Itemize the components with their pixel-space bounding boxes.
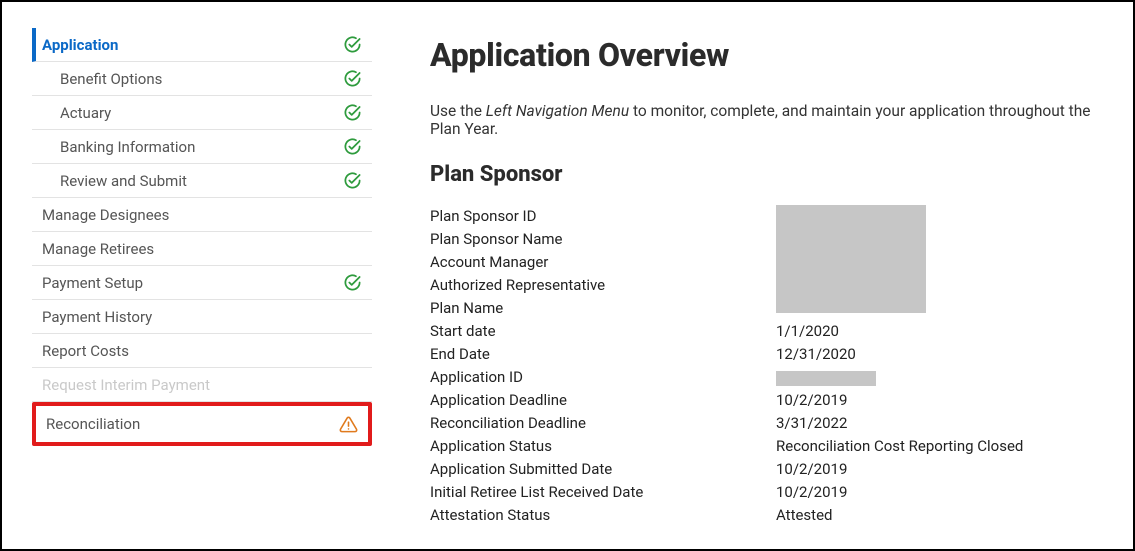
- detail-label: Attestation Status: [430, 504, 776, 527]
- checkmark-icon: [343, 171, 362, 190]
- warning-icon: [339, 415, 358, 434]
- redacted-block: [776, 371, 876, 386]
- nav-item-label: Reconciliation: [46, 415, 140, 433]
- detail-value-text: 12/31/2020: [776, 345, 856, 363]
- nav-item-label: Manage Designees: [42, 206, 169, 224]
- detail-value-text: 10/2/2019: [776, 460, 847, 478]
- main-content: Application Overview Use the Left Naviga…: [372, 28, 1097, 549]
- checkmark-icon: [343, 35, 362, 54]
- nav-item-label: Review and Submit: [60, 172, 187, 190]
- intro-menu-ref: Left Navigation Menu: [486, 102, 629, 120]
- detail-value: [776, 366, 1097, 389]
- detail-row: Application Deadline10/2/2019: [430, 389, 1097, 412]
- intro-pre: Use the: [430, 102, 486, 120]
- detail-row: Application StatusReconciliation Cost Re…: [430, 435, 1097, 458]
- detail-label: Authorized Representative: [430, 274, 776, 297]
- nav-item-report-costs[interactable]: Report Costs: [32, 334, 372, 368]
- detail-row: Attestation StatusAttested: [430, 504, 1097, 527]
- detail-value: 10/2/2019: [776, 389, 1097, 412]
- nav-item-application[interactable]: Application: [32, 28, 372, 62]
- detail-value-text: Reconciliation Cost Reporting Closed: [776, 437, 1023, 455]
- nav-item-label: Payment History: [42, 308, 152, 326]
- nav-item-payment-history[interactable]: Payment History: [32, 300, 372, 334]
- nav-item-reconciliation[interactable]: Reconciliation: [32, 402, 372, 446]
- detail-value-text: 1/1/2020: [776, 322, 839, 340]
- nav-item-request-interim-payment: Request Interim Payment: [32, 368, 372, 402]
- detail-value-text: 10/2/2019: [776, 391, 847, 409]
- detail-value: [776, 205, 1097, 228]
- detail-label: Account Manager: [430, 251, 776, 274]
- nav-item-label: Report Costs: [42, 342, 129, 360]
- nav-item-label: Application: [42, 36, 118, 54]
- section-title-plan-sponsor: Plan Sponsor: [430, 162, 1097, 187]
- detail-label: Application Submitted Date: [430, 458, 776, 481]
- detail-value: 12/31/2020: [776, 343, 1097, 366]
- detail-value: 10/2/2019: [776, 458, 1097, 481]
- detail-value-text: 3/31/2022: [776, 414, 847, 432]
- left-navigation-menu: Application Benefit Options Actuary Banking…: [32, 28, 372, 549]
- detail-row: Plan Sponsor ID: [430, 205, 1097, 228]
- detail-value-text: Attested: [776, 506, 833, 524]
- detail-row: Application ID: [430, 366, 1097, 389]
- detail-label: Plan Name: [430, 297, 776, 320]
- detail-label: Application ID: [430, 366, 776, 389]
- detail-label: Start date: [430, 320, 776, 343]
- detail-row: Account Manager: [430, 251, 1097, 274]
- detail-value: 10/2/2019: [776, 481, 1097, 504]
- nav-item-manage-designees[interactable]: Manage Designees: [32, 198, 372, 232]
- detail-value: Attested: [776, 504, 1097, 527]
- nav-item-label: Banking Information: [60, 138, 195, 156]
- checkmark-icon: [343, 273, 362, 292]
- checkmark-icon: [343, 137, 362, 156]
- nav-item-banking-information[interactable]: Banking Information: [32, 130, 372, 164]
- nav-item-actuary[interactable]: Actuary: [32, 96, 372, 130]
- checkmark-icon: [343, 69, 362, 88]
- intro-text: Use the Left Navigation Menu to monitor,…: [430, 102, 1097, 138]
- detail-value: Reconciliation Cost Reporting Closed: [776, 435, 1097, 458]
- detail-row: Initial Retiree List Received Date10/2/2…: [430, 481, 1097, 504]
- detail-label: Plan Sponsor ID: [430, 205, 776, 228]
- detail-label: Application Deadline: [430, 389, 776, 412]
- detail-row: Application Submitted Date10/2/2019: [430, 458, 1097, 481]
- nav-item-label: Manage Retirees: [42, 240, 154, 258]
- nav-item-label: Actuary: [60, 104, 111, 122]
- detail-value: 1/1/2020: [776, 320, 1097, 343]
- nav-item-payment-setup[interactable]: Payment Setup: [32, 266, 372, 300]
- detail-label: Initial Retiree List Received Date: [430, 481, 776, 504]
- detail-row: Plan Sponsor Name: [430, 228, 1097, 251]
- detail-row: Plan Name: [430, 297, 1097, 320]
- nav-item-label: Payment Setup: [42, 274, 143, 292]
- detail-row: Start date1/1/2020: [430, 320, 1097, 343]
- detail-row: End Date12/31/2020: [430, 343, 1097, 366]
- detail-row: Authorized Representative: [430, 274, 1097, 297]
- redacted-block: [776, 205, 926, 313]
- checkmark-icon: [343, 103, 362, 122]
- nav-item-benefit-options[interactable]: Benefit Options: [32, 62, 372, 96]
- detail-value: 3/31/2022: [776, 412, 1097, 435]
- detail-row: Reconciliation Deadline3/31/2022: [430, 412, 1097, 435]
- app-frame: Application Benefit Options Actuary Banking…: [0, 0, 1135, 551]
- detail-label: End Date: [430, 343, 776, 366]
- detail-value-text: 10/2/2019: [776, 483, 847, 501]
- nav-item-review-and-submit[interactable]: Review and Submit: [32, 164, 372, 198]
- page-title: Application Overview: [430, 36, 1097, 74]
- plan-sponsor-details: Plan Sponsor IDPlan Sponsor NameAccount …: [430, 205, 1097, 527]
- detail-label: Plan Sponsor Name: [430, 228, 776, 251]
- detail-label: Application Status: [430, 435, 776, 458]
- nav-item-manage-retirees[interactable]: Manage Retirees: [32, 232, 372, 266]
- detail-label: Reconciliation Deadline: [430, 412, 776, 435]
- nav-item-label: Request Interim Payment: [42, 376, 210, 394]
- nav-item-label: Benefit Options: [60, 70, 162, 88]
